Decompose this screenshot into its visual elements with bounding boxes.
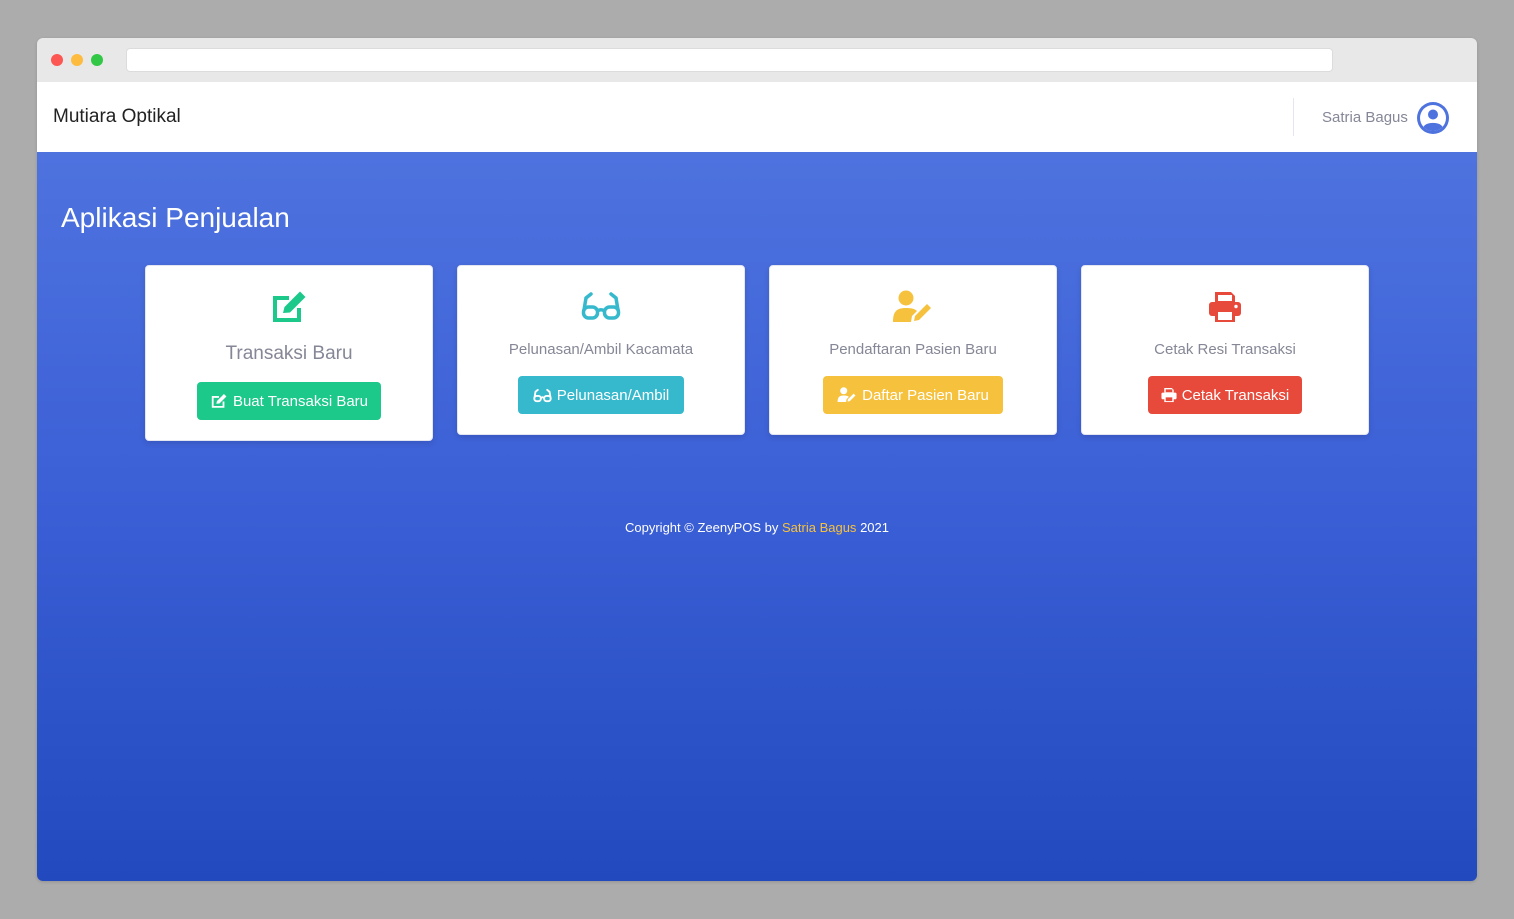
edit-icon (273, 291, 306, 322)
brand-name[interactable]: Mutiara Optikal (53, 106, 181, 128)
browser-window: Mutiara Optikal Satria Bagus Aplikasi Pe… (37, 38, 1477, 881)
button-label: Daftar Pasien Baru (862, 386, 989, 404)
card-title: Transaksi Baru (225, 343, 353, 364)
card-title: Pendaftaran Pasien Baru (829, 341, 997, 358)
maximize-window-button[interactable] (91, 54, 103, 66)
print-icon (1161, 387, 1177, 403)
user-edit-icon (837, 387, 856, 403)
card-cetak-resi: Cetak Resi Transaksi Cetak Transaksi (1081, 265, 1369, 435)
copyright-prefix: Copyright © ZeenyPOS by (625, 520, 779, 535)
browser-chrome (37, 38, 1477, 82)
card-title: Pelunasan/Ambil Kacamata (508, 341, 694, 358)
edit-icon (211, 394, 227, 408)
button-label: Buat Transaksi Baru (232, 392, 369, 410)
main-content: Aplikasi Penjualan Transaksi Baru Buat T… (37, 152, 1477, 881)
button-label: Cetak Transaksi (1181, 386, 1290, 404)
top-navbar: Mutiara Optikal Satria Bagus (37, 82, 1477, 152)
author-link[interactable]: Satria Bagus (782, 520, 856, 535)
page-title: Aplikasi Penjualan (61, 202, 290, 233)
copyright-year: 2021 (860, 520, 889, 535)
glasses-icon (581, 292, 621, 320)
card-pelunasan: Pelunasan/Ambil Kacamata Pelunasan/Ambil (457, 265, 745, 435)
buat-transaksi-baru-button[interactable]: Buat Transaksi Baru (197, 382, 381, 420)
card-transaksi-baru: Transaksi Baru Buat Transaksi Baru (145, 265, 433, 441)
pelunasan-ambil-button[interactable]: Pelunasan/Ambil (518, 376, 684, 414)
card-pendaftaran-pasien: Pendaftaran Pasien Baru Daftar Pasien Ba… (769, 265, 1057, 435)
topbar-divider (1293, 98, 1294, 136)
daftar-pasien-baru-button[interactable]: Daftar Pasien Baru (823, 376, 1003, 414)
address-bar[interactable] (126, 48, 1333, 72)
button-label: Pelunasan/Ambil (556, 386, 670, 404)
user-name[interactable]: Satria Bagus (1322, 109, 1408, 126)
glasses-icon (533, 388, 552, 402)
footer-copyright: Copyright © ZeenyPOS by Satria Bagus 202… (37, 520, 1477, 535)
user-avatar-icon[interactable] (1417, 102, 1449, 134)
minimize-window-button[interactable] (71, 54, 83, 66)
close-window-button[interactable] (51, 54, 63, 66)
user-edit-icon (893, 290, 931, 322)
print-icon (1209, 292, 1241, 322)
card-title: Cetak Resi Transaksi (1154, 341, 1296, 358)
cetak-transaksi-button[interactable]: Cetak Transaksi (1148, 376, 1302, 414)
